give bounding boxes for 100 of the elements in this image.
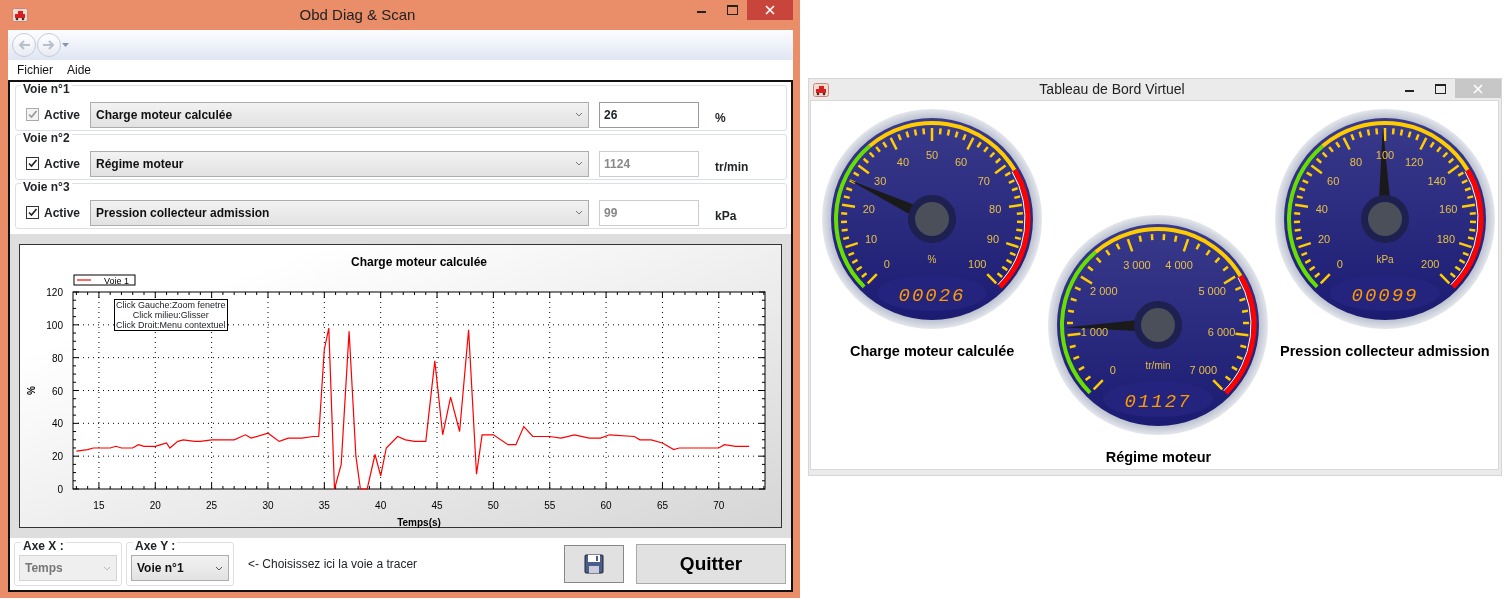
gauge-tick-label: 3 000 <box>1123 258 1152 271</box>
gauge-tick-label: 100 <box>968 258 987 271</box>
gauge-tick-label: 0 <box>1110 364 1117 377</box>
window-title: Tableau de Bord Virtuel <box>1038 80 1186 99</box>
menu-item[interactable]: Aide <box>60 61 99 79</box>
needle-hub <box>1134 301 1183 349</box>
dropdown-caret-icon[interactable] <box>62 43 69 47</box>
dropdown[interactable]: Pression collecteur admission <box>90 199 590 226</box>
gauge-tick-label: 80 <box>1349 156 1362 168</box>
axis-tick-label: 30 <box>262 500 274 511</box>
gauge-tick-label: 0 <box>883 258 890 271</box>
unit-label: kPa <box>1376 254 1394 265</box>
axis-tick-label: 40 <box>375 500 387 511</box>
axis-tick-label: 35 <box>318 500 330 511</box>
legend-label: Voie 1 <box>104 275 130 286</box>
gauge-tick-label: 2 000 <box>1090 284 1119 297</box>
gauge-tick-label: 40 <box>1315 203 1328 215</box>
axis-tick-label: 55 <box>544 500 556 511</box>
unit-label: kPa <box>715 207 737 225</box>
maximize-icon <box>1434 84 1446 94</box>
axis-tick-label: 60 <box>600 500 612 511</box>
axis-tick-label: 50 <box>487 500 499 511</box>
needle-hub <box>908 195 957 243</box>
gauge-tick-label: 50 <box>926 149 939 161</box>
group-label: Axe Y : <box>133 540 178 553</box>
group-label: Voie n°1 <box>21 82 72 96</box>
menu-item[interactable]: Fichier <box>10 61 60 79</box>
gauge-tick-label: 180 <box>1436 232 1455 245</box>
arrow-icon <box>17 38 31 52</box>
gauge-tick-label: 10 <box>865 232 878 245</box>
chevron-icon <box>215 565 223 571</box>
checkbox-label: Active <box>44 204 81 222</box>
checkbox-label: Active <box>44 155 81 173</box>
gauge-tick-label: 7 000 <box>1190 364 1218 377</box>
gauge-tick-label: 80 <box>989 203 1002 215</box>
checkbox-label: Active <box>44 106 81 124</box>
axis-tick-label: 60 <box>51 385 63 397</box>
axis-tick-label: 15 <box>93 500 105 511</box>
axis-tick-label: 0 <box>57 484 63 495</box>
app-icon <box>12 8 28 22</box>
hint-text: <- Choisissez ici la voie a tracer <box>248 556 419 573</box>
gauge-title: Régime moteur <box>1105 448 1212 467</box>
axis-title: Temps(s) <box>397 517 441 528</box>
gauge-tick-label: 30 <box>874 175 887 188</box>
axis-tick-label: 65 <box>656 500 668 511</box>
chevron-icon <box>575 210 584 215</box>
close-icon <box>765 5 775 15</box>
gauge-tick-label: 160 <box>1438 203 1458 215</box>
app-icon <box>813 82 829 97</box>
value-field[interactable]: 26 <box>599 101 700 128</box>
axis-tick-label: 120 <box>46 287 63 298</box>
dropdown[interactable]: Régime moteur <box>90 150 590 177</box>
legend-background <box>73 274 136 286</box>
window-title: Obd Diag & Scan <box>298 4 417 25</box>
group-label: Voie n°3 <box>21 180 72 194</box>
gauge-tick-label: 200 <box>1420 258 1440 271</box>
gauge-tick-label: 90 <box>986 232 1000 245</box>
gauge-tick-label: 60 <box>955 156 968 168</box>
chevron-icon <box>103 565 111 571</box>
axis-tick-label: 70 <box>713 500 725 511</box>
checkbox[interactable] <box>26 157 39 170</box>
gauge-tick-label: 4 000 <box>1165 258 1194 271</box>
axis-tick-label: 100 <box>46 319 63 331</box>
unit-label: tr/min <box>715 158 749 176</box>
axis-tick-label: 80 <box>51 352 63 364</box>
dropdown[interactable]: Voie n°1 <box>131 555 229 581</box>
gauge-tick-label: 6 000 <box>1208 326 1236 339</box>
digital-readout: 01127 <box>1125 391 1192 413</box>
needle-hub <box>1360 195 1409 243</box>
gauge-tick-label: 20 <box>862 203 876 215</box>
group-label: Voie n°2 <box>21 131 72 145</box>
close-icon <box>1473 83 1483 94</box>
unit-label: tr/min <box>1146 360 1171 371</box>
digital-readout: 00026 <box>898 285 966 307</box>
gauge-tick-label: 0 <box>1336 258 1343 271</box>
gauge-tick-label: 1 000 <box>1081 326 1109 339</box>
dropdown[interactable]: Charge moteur calculée <box>90 101 590 128</box>
checkbox[interactable] <box>26 206 39 219</box>
maximize-icon <box>726 5 738 15</box>
gauge-tick-label: 20 <box>1317 232 1331 245</box>
gauge-title: Pression collecteur admission <box>1280 342 1490 361</box>
axis-title: % <box>26 386 37 395</box>
help-text: Click Gauche:Zoom fenetre <box>116 300 226 310</box>
digital-readout: 00099 <box>1351 285 1419 307</box>
gauge-tick-label: 5 000 <box>1198 284 1227 297</box>
gauge-tick-label: 120 <box>1404 156 1424 168</box>
quit-button[interactable]: Quitter <box>636 544 786 584</box>
chevron-icon <box>575 161 584 166</box>
chart-title: Charge moteur calculée <box>350 255 488 269</box>
help-text: Click Droit:Menu contextuel <box>116 320 226 330</box>
axis-tick-label: 40 <box>51 418 63 430</box>
axis-tick-label: 45 <box>431 500 443 511</box>
unit-label: % <box>715 109 726 127</box>
axis-tick-label: 20 <box>149 500 161 511</box>
unit-label: % <box>927 254 937 265</box>
axis-tick-label: 25 <box>206 500 218 511</box>
gauge-tick-label: 70 <box>977 175 991 188</box>
chevron-icon <box>575 112 584 117</box>
save-button[interactable] <box>564 545 624 583</box>
gauge-tick-label: 60 <box>1326 175 1340 188</box>
